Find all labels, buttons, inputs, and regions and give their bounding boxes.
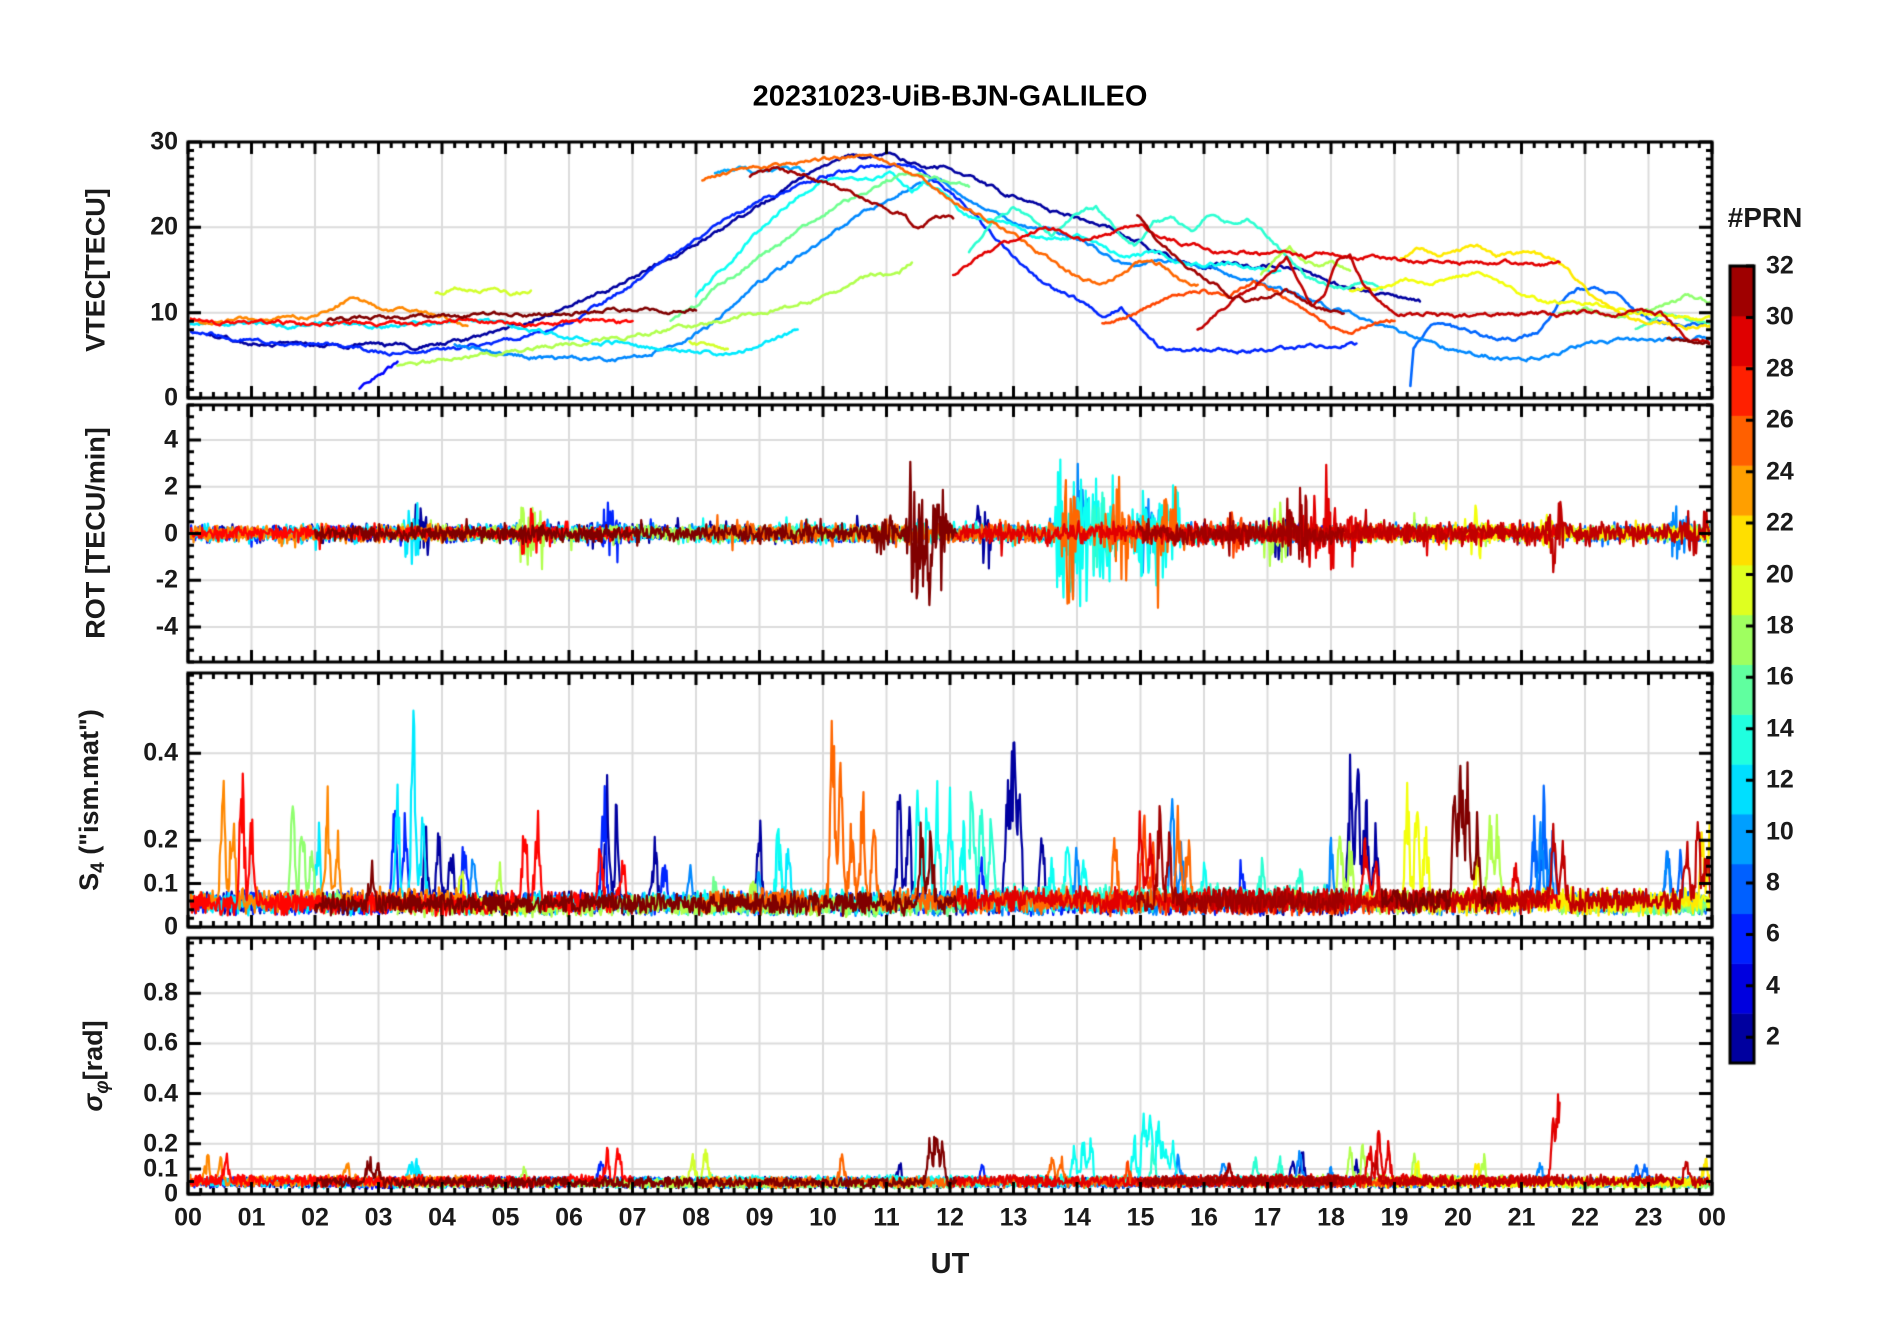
y-tick-label-rot: 2: [164, 472, 178, 501]
x-tick-label: 18: [1317, 1203, 1345, 1232]
x-tick-label: 10: [809, 1203, 837, 1232]
colorbar-tick-label: 18: [1766, 611, 1794, 640]
x-tick-label: 23: [1634, 1203, 1663, 1232]
ylabel-sigmaphi: σφ[rad]: [78, 1020, 114, 1111]
y-tick-label-vtec: 30: [150, 127, 178, 156]
y-tick-label-sigma_phi: 0.4: [143, 1079, 178, 1108]
colorbar-tick-label: 22: [1766, 508, 1794, 537]
y-tick-label-sigma_phi: 0.6: [143, 1028, 178, 1057]
panel-s4: [188, 673, 1712, 927]
colorbar: [1730, 266, 1754, 1063]
x-tick-label: 03: [364, 1203, 393, 1232]
colorbar-tick-label: 26: [1766, 405, 1794, 434]
x-tick-label: 05: [491, 1203, 520, 1232]
x-tick-label: 06: [555, 1203, 583, 1232]
y-tick-label-rot: 0: [164, 519, 178, 547]
colorbar-tick-label: 14: [1766, 714, 1794, 743]
x-tick-label: 20: [1444, 1203, 1472, 1232]
y-tick-label-rot: 4: [164, 425, 178, 454]
colorbar-tick-label: 16: [1766, 662, 1794, 691]
ylabel-s4-pre: S: [73, 872, 104, 891]
figure: 20231023-UiB-BJN-GALILEO VTEC[TECU] ROT …: [0, 0, 1902, 1330]
colorbar-tick-label: 24: [1766, 457, 1794, 486]
x-tick-label: 17: [1253, 1203, 1282, 1232]
x-tick-label: 13: [999, 1203, 1028, 1232]
colorbar-tick-label: 4: [1766, 971, 1780, 1000]
x-tick-label: 21: [1507, 1203, 1536, 1232]
colorbar-tick-label: 32: [1766, 251, 1794, 280]
colorbar-title: #PRN: [1727, 202, 1803, 233]
ylabel-s4: S4 ("ism.mat"): [74, 709, 110, 891]
x-tick-label: 04: [428, 1203, 456, 1232]
colorbar-tick-label: 12: [1766, 765, 1794, 794]
colorbar-tick-label: 28: [1766, 354, 1794, 383]
x-tick-label: 16: [1190, 1203, 1218, 1232]
y-tick-label-sigma_phi: 0.2: [143, 1129, 178, 1158]
panel-sigmaphi: [188, 938, 1712, 1194]
ylabel-rot: ROT [TECU/min]: [80, 427, 111, 639]
colorbar-tick-label: 2: [1766, 1022, 1780, 1051]
colorbar-tick-label: 8: [1766, 868, 1780, 897]
y-tick-label-s4: 0.2: [143, 825, 178, 854]
chart-title: 20231023-UiB-BJN-GALILEO: [752, 80, 1148, 113]
x-tick-label: 14: [1063, 1203, 1091, 1232]
y-tick-label-rot: -2: [155, 565, 178, 594]
ylabel-sigmaphi-sub: φ: [92, 1080, 114, 1094]
x-tick-label: 02: [301, 1203, 329, 1232]
y-tick-label-s4: 0.1: [143, 869, 178, 898]
y-tick-label-sigma_phi: 0.1: [143, 1154, 178, 1183]
x-tick-label: 11: [873, 1203, 900, 1232]
ylabel-sigmaphi-pre: σ: [77, 1093, 108, 1112]
colorbar-tick-label: 6: [1766, 919, 1780, 948]
colorbar-tick-label: 10: [1766, 817, 1794, 846]
ylabel-sigmaphi-post: [rad]: [77, 1020, 108, 1081]
x-tick-label: 22: [1571, 1203, 1599, 1232]
x-tick-label: 19: [1380, 1203, 1409, 1232]
colorbar-tick-label: 20: [1766, 560, 1794, 589]
y-tick-label-rot: -4: [155, 612, 178, 641]
x-tick-label: 15: [1126, 1203, 1155, 1232]
y-tick-label-s4: 0.4: [143, 738, 178, 767]
ylabel-s4-post: ("ism.mat"): [73, 709, 104, 863]
y-tick-label-vtec: 20: [150, 212, 178, 241]
x-tick-label: 01: [237, 1203, 266, 1232]
x-tick-label: 00: [174, 1203, 202, 1232]
y-tick-label-vtec: 10: [150, 298, 178, 327]
x-axis-label: UT: [930, 1248, 970, 1280]
y-tick-label-sigma_phi: 0: [164, 1179, 178, 1208]
x-tick-label: 12: [936, 1203, 964, 1232]
y-tick-label-s4: 0: [164, 912, 178, 941]
panel-rot: [188, 405, 1712, 662]
x-tick-label: 00: [1698, 1203, 1726, 1232]
x-tick-label: 09: [745, 1203, 774, 1232]
ylabel-vtec: VTEC[TECU]: [80, 188, 111, 352]
y-tick-label-vtec: 0: [164, 383, 178, 412]
panel-vtec: [188, 142, 1712, 398]
y-tick-label-sigma_phi: 0.8: [143, 978, 178, 1007]
x-tick-label: 07: [618, 1203, 647, 1232]
colorbar-tick-label: 30: [1766, 302, 1794, 331]
ylabel-s4-sub: 4: [88, 862, 110, 873]
x-tick-label: 08: [682, 1203, 710, 1232]
